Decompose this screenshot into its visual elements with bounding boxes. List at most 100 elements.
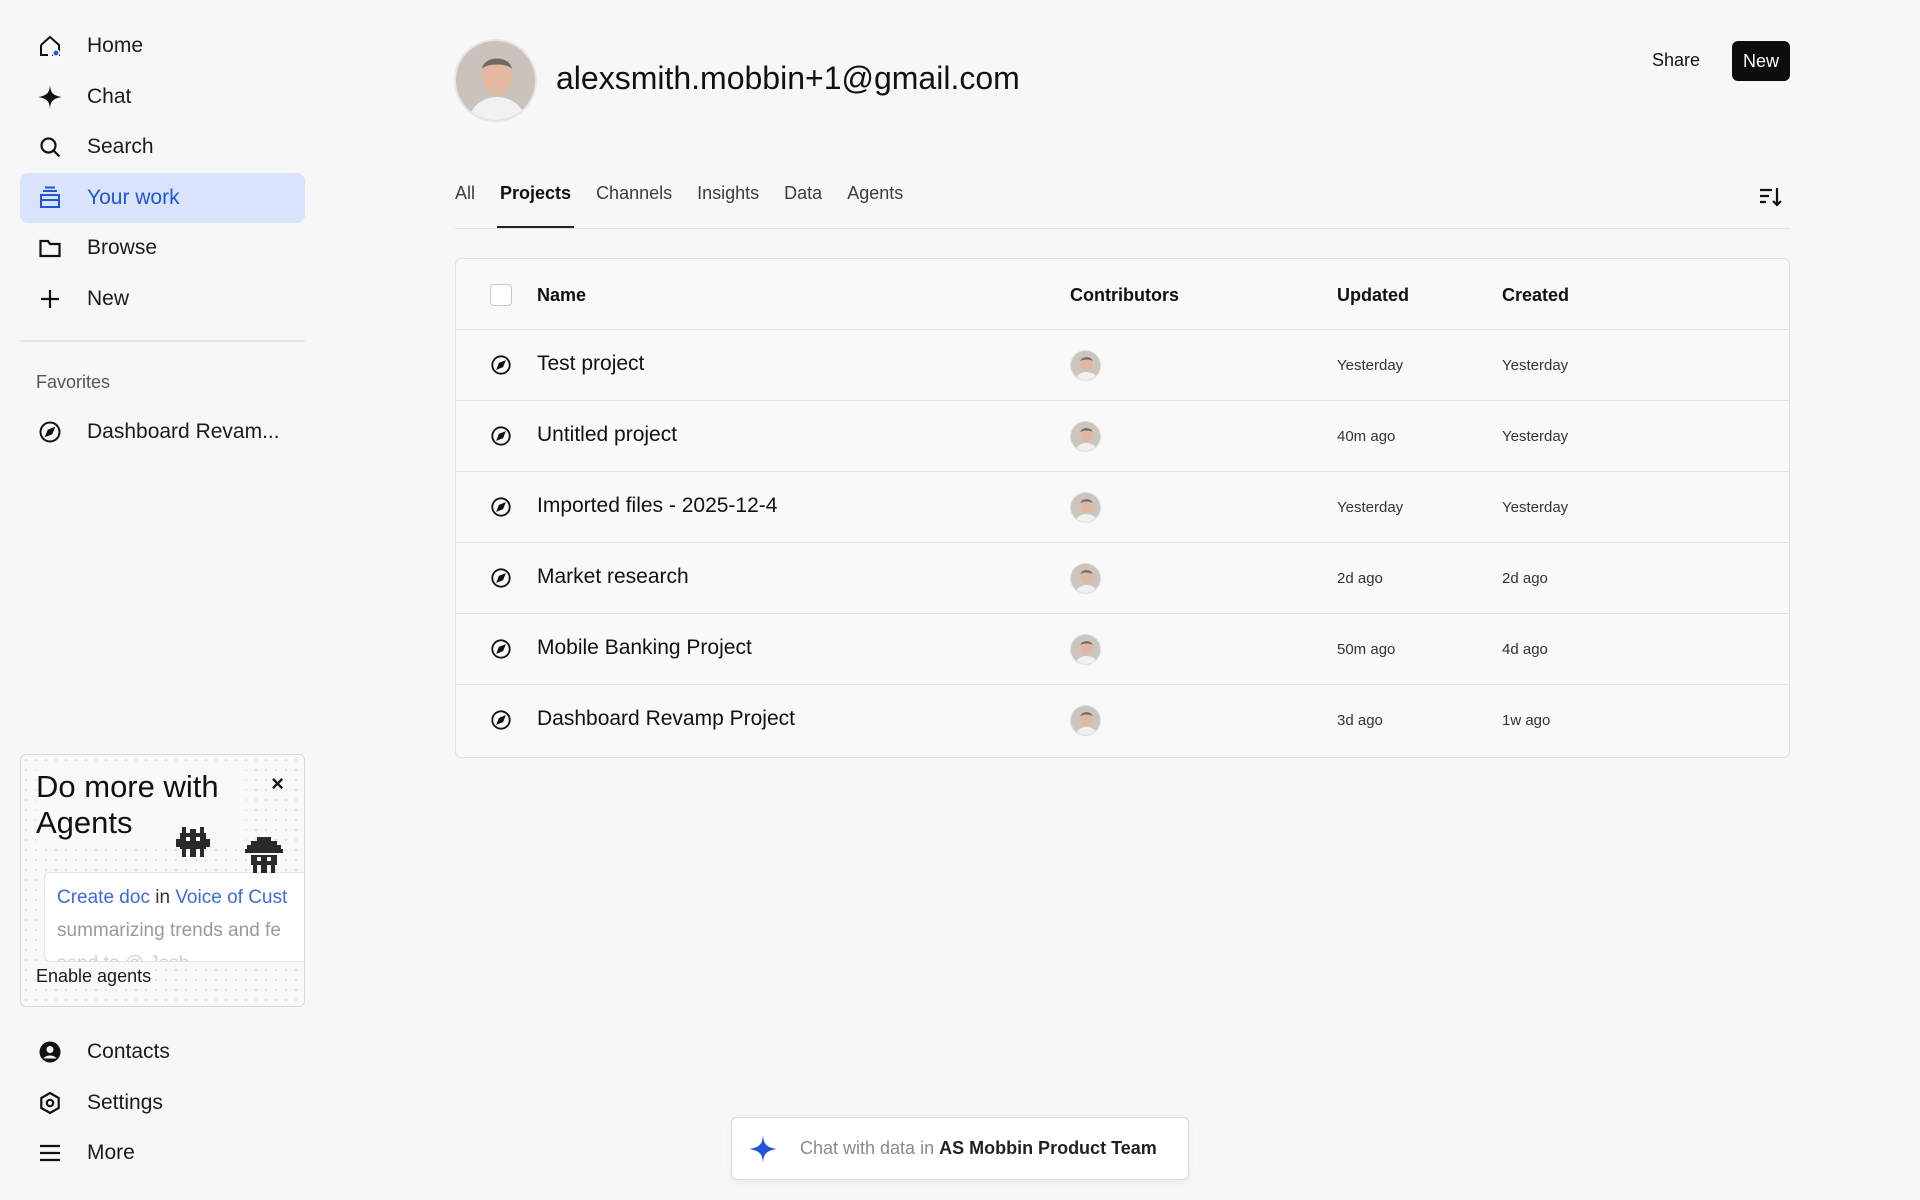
updated-date: 3d ago xyxy=(1337,712,1383,729)
agent-example-card: Create doc in Voice of Cust summarizing … xyxy=(44,872,304,962)
project-name[interactable]: Imported files - 2025-12-4 xyxy=(537,494,777,518)
contributor-avatar xyxy=(1070,421,1101,452)
tab-bar: All Projects Channels Insights Data Agen… xyxy=(455,183,928,229)
robot-icon xyxy=(176,827,210,857)
example-action: Create doc xyxy=(57,887,150,908)
table-row[interactable]: Test project Yesterday Yesterday xyxy=(456,330,1789,401)
nav-search[interactable]: Search xyxy=(20,122,305,172)
chat-with-data-bar[interactable]: Chat with data in AS Mobbin Product Team xyxy=(731,1117,1189,1180)
nav-settings[interactable]: Settings xyxy=(20,1078,305,1128)
contributor-avatar xyxy=(1070,492,1101,523)
compass-icon xyxy=(491,497,511,517)
nav-label: Contacts xyxy=(87,1040,170,1063)
sort-icon xyxy=(1760,188,1782,207)
nav-more[interactable]: More xyxy=(20,1128,305,1178)
compass-icon xyxy=(491,355,511,375)
created-date: Yesterday xyxy=(1502,428,1569,445)
nav-home[interactable]: Home xyxy=(20,21,305,71)
example-line3: send to @ Josh xyxy=(57,953,189,961)
contributor-avatar xyxy=(1070,634,1101,665)
project-name[interactable]: Mobile Banking Project xyxy=(537,636,752,660)
example-line2: summarizing trends and fe xyxy=(57,920,281,941)
avatar xyxy=(454,39,537,122)
user-circle-icon xyxy=(37,1039,63,1065)
stack-icon xyxy=(37,185,63,211)
search-icon xyxy=(37,134,63,160)
plus-icon xyxy=(37,286,63,312)
column-created[interactable]: Created xyxy=(1502,285,1569,306)
sparkle-icon xyxy=(37,84,63,110)
home-icon xyxy=(37,33,63,59)
sort-button[interactable] xyxy=(1758,184,1784,210)
nav-contacts[interactable]: Contacts xyxy=(20,1027,305,1077)
select-all-checkbox[interactable] xyxy=(490,284,512,306)
table-header: Name Contributors Updated Created xyxy=(456,259,1789,330)
column-name[interactable]: Name xyxy=(537,285,586,306)
updated-date: Yesterday xyxy=(1337,499,1404,516)
projects-table: Name Contributors Updated Created Test p… xyxy=(455,258,1790,758)
created-date: 1w ago xyxy=(1502,712,1551,729)
nav-label: Browse xyxy=(87,236,158,259)
share-button[interactable]: Share xyxy=(1652,50,1700,71)
nav-label: New xyxy=(87,287,130,310)
tab-agents[interactable]: Agents xyxy=(847,183,903,229)
tab-projects[interactable]: Projects xyxy=(497,183,575,229)
table-row[interactable]: Mobile Banking Project 50m ago 4d ago xyxy=(456,614,1789,685)
project-name[interactable]: Dashboard Revamp Project xyxy=(537,707,795,731)
contributor-avatar xyxy=(1070,350,1101,381)
chat-team-name: AS Mobbin Product Team xyxy=(939,1138,1157,1158)
tabs-divider xyxy=(455,228,1790,229)
project-name[interactable]: Test project xyxy=(537,352,644,376)
favorite-item[interactable]: Dashboard Revam... xyxy=(20,407,305,457)
example-target: Voice of Cust xyxy=(175,887,288,908)
nav-new[interactable]: New xyxy=(20,274,305,324)
nav-your-work[interactable]: Your work xyxy=(20,173,305,223)
compass-icon xyxy=(491,568,511,588)
tab-insights[interactable]: Insights xyxy=(697,183,759,229)
project-name[interactable]: Market research xyxy=(537,565,689,589)
updated-date: Yesterday xyxy=(1337,357,1404,374)
nav-chat[interactable]: Chat xyxy=(20,72,305,122)
robot-icon xyxy=(245,837,283,873)
menu-icon xyxy=(37,1140,63,1166)
updated-date: 2d ago xyxy=(1337,570,1383,587)
chat-prompt-text: Chat with data in xyxy=(800,1138,935,1158)
nav-browse[interactable]: Browse xyxy=(20,223,305,273)
table-row[interactable]: Market research 2d ago 2d ago xyxy=(456,543,1789,614)
nav-label: Your work xyxy=(87,186,180,209)
favorites-heading: Favorites xyxy=(36,372,111,392)
nav-label: Home xyxy=(87,34,144,57)
compass-icon xyxy=(491,710,511,730)
updated-date: 50m ago xyxy=(1337,641,1396,658)
page-title: alexsmith.mobbin+1@gmail.com xyxy=(556,60,1020,96)
promo-title: Do more with Agents xyxy=(36,769,246,841)
compass-icon xyxy=(491,639,511,659)
table-row[interactable]: Imported files - 2025-12-4 Yesterday Yeste… xyxy=(456,472,1789,543)
created-date: Yesterday xyxy=(1502,357,1569,374)
updated-date: 40m ago xyxy=(1337,428,1396,445)
favorite-label: Dashboard Revam... xyxy=(87,420,280,443)
hexagon-gear-icon xyxy=(37,1090,63,1116)
column-updated[interactable]: Updated xyxy=(1337,285,1409,306)
column-contributors[interactable]: Contributors xyxy=(1070,285,1179,306)
contributor-avatar xyxy=(1070,563,1101,594)
nav-label: Search xyxy=(87,135,154,158)
table-row[interactable]: Untitled project 40m ago Yesterday xyxy=(456,401,1789,472)
sidebar-divider xyxy=(20,340,305,342)
nav-label: More xyxy=(87,1141,135,1164)
agents-promo-card: Create doc in Voice of Cust summarizing … xyxy=(20,754,305,1007)
sidebar: Home Chat Search Your work Browse New Fa… xyxy=(0,0,320,1200)
new-button[interactable]: New xyxy=(1732,41,1790,81)
tab-all[interactable]: All xyxy=(455,183,475,229)
folder-icon xyxy=(37,235,63,261)
created-date: 4d ago xyxy=(1502,641,1548,658)
table-row[interactable]: Dashboard Revamp Project 3d ago 1w ago xyxy=(456,685,1789,756)
enable-agents-link[interactable]: Enable agents xyxy=(36,966,156,987)
compass-icon xyxy=(37,419,63,445)
promo-close-button[interactable]: × xyxy=(271,771,284,797)
project-name[interactable]: Untitled project xyxy=(537,423,677,447)
contributor-avatar xyxy=(1070,705,1101,736)
sparkle-icon xyxy=(749,1134,777,1163)
tab-data[interactable]: Data xyxy=(784,183,822,229)
tab-channels[interactable]: Channels xyxy=(596,183,672,229)
